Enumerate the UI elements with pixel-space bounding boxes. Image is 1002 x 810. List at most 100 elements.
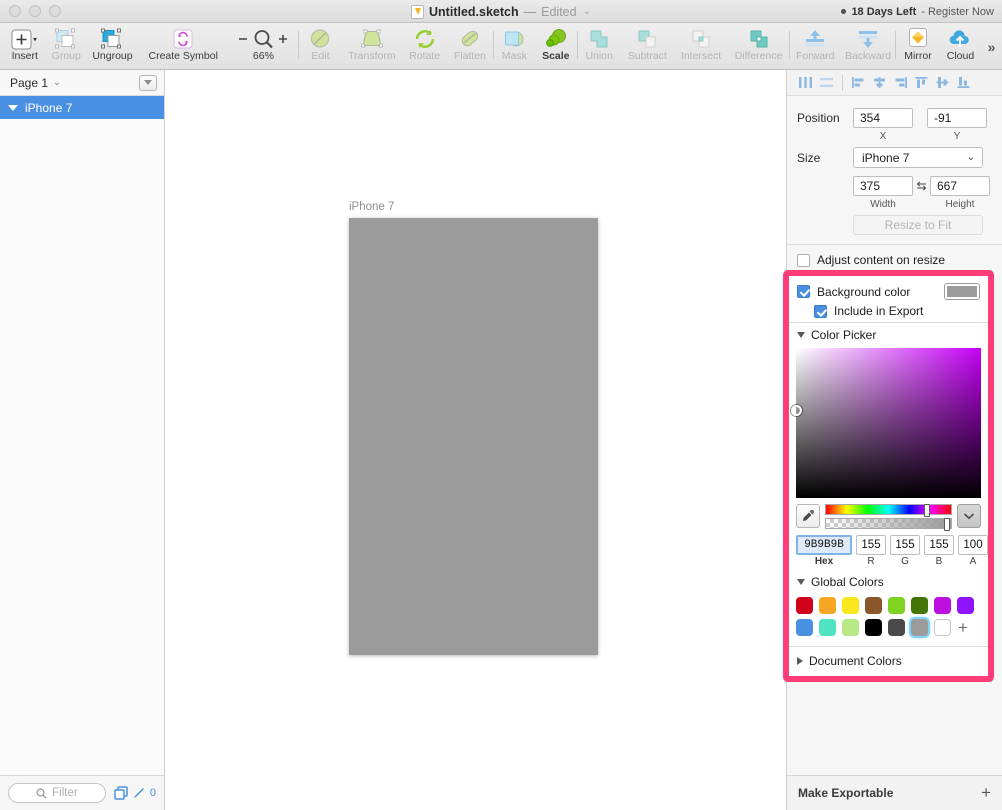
- toolbar-button-scale[interactable]: Scale: [535, 23, 577, 70]
- maximize-window-button[interactable]: [49, 5, 61, 17]
- add-export-icon[interactable]: +: [981, 784, 991, 801]
- toolbar-button-ungroup[interactable]: Ungroup: [87, 23, 138, 70]
- color-swatch[interactable]: [911, 597, 928, 614]
- color-swatch[interactable]: [842, 619, 859, 636]
- align-top-icon[interactable]: [911, 72, 932, 94]
- hue-slider[interactable]: [825, 504, 952, 517]
- color-swatch[interactable]: [842, 597, 859, 614]
- toolbar-button-forward[interactable]: Forward: [790, 23, 841, 70]
- color-marker[interactable]: [791, 405, 802, 416]
- document-colors-header[interactable]: Document Colors: [789, 647, 988, 672]
- global-colors-header[interactable]: Global Colors: [789, 567, 988, 593]
- toolbar-button-edit[interactable]: Edit: [299, 23, 341, 70]
- sidebar-item-iphone7[interactable]: iPhone 7: [0, 96, 164, 119]
- toolbar-button-group[interactable]: Group: [46, 23, 88, 70]
- background-color-swatch[interactable]: [944, 283, 980, 300]
- color-swatch[interactable]: [934, 619, 951, 636]
- color-swatch[interactable]: [934, 597, 951, 614]
- b-input[interactable]: 155: [924, 535, 954, 555]
- background-color-row[interactable]: Background color: [789, 276, 988, 302]
- toolbar-label: Mask: [501, 50, 527, 62]
- a-input[interactable]: 100: [958, 535, 988, 555]
- height-input[interactable]: 667: [930, 176, 990, 196]
- align-middle-vertical-icon[interactable]: [932, 72, 953, 94]
- toolbar-button-difference[interactable]: Difference: [728, 23, 788, 70]
- toolbar-button-subtract[interactable]: Subtract: [621, 23, 674, 70]
- chevron-down-icon[interactable]: ⌄: [583, 6, 591, 17]
- minimize-window-button[interactable]: [29, 5, 41, 17]
- make-exportable-bar[interactable]: Make Exportable +: [787, 775, 1002, 810]
- toolbar-overflow-button[interactable]: »: [981, 23, 1002, 70]
- alpha-slider[interactable]: [825, 518, 952, 531]
- pencil-icon[interactable]: [132, 786, 147, 800]
- include-in-export-row[interactable]: Include in Export: [789, 302, 988, 322]
- disclosure-triangle-icon[interactable]: [797, 657, 803, 665]
- align-bottom-icon[interactable]: [953, 72, 974, 94]
- color-swatch[interactable]: [819, 619, 836, 636]
- hue-slider-handle[interactable]: [923, 504, 930, 517]
- align-left-icon[interactable]: [848, 72, 869, 94]
- page-selector-row[interactable]: Page 1 ⌄: [0, 70, 164, 96]
- color-swatch[interactable]: [865, 597, 882, 614]
- color-swatch[interactable]: [888, 597, 905, 614]
- toolbar-zoom-control[interactable]: 66%: [229, 23, 299, 70]
- saturation-value-field[interactable]: [791, 348, 981, 498]
- color-picker-header[interactable]: Color Picker: [789, 323, 988, 346]
- close-window-button[interactable]: [9, 5, 21, 17]
- align-center-horizontal-icon[interactable]: [869, 72, 890, 94]
- toolbar-button-flatten[interactable]: Flatten: [447, 23, 492, 70]
- artboard-label[interactable]: iPhone 7: [349, 201, 394, 213]
- toolbar-button-cloud[interactable]: Cloud: [940, 23, 982, 70]
- color-swatch[interactable]: [796, 619, 813, 636]
- r-input[interactable]: 155: [856, 535, 886, 555]
- disclosure-triangle-icon[interactable]: [797, 332, 805, 338]
- subtract-icon: [635, 27, 659, 50]
- eyedropper-icon[interactable]: [796, 504, 820, 528]
- color-swatch[interactable]: [888, 619, 905, 636]
- color-swatch[interactable]: [865, 619, 882, 636]
- disclosure-triangle-icon[interactable]: [8, 104, 18, 111]
- duplicate-icon[interactable]: [114, 786, 129, 800]
- mask-icon: [502, 27, 526, 50]
- toolbar-button-transform[interactable]: Transform: [342, 23, 402, 70]
- color-swatch[interactable]: [796, 597, 813, 614]
- filter-input[interactable]: Filter: [8, 783, 106, 803]
- hex-input[interactable]: 9B9B9B: [796, 535, 852, 555]
- width-input[interactable]: 375: [853, 176, 913, 196]
- artboard-iphone7[interactable]: [349, 218, 598, 655]
- toolbar-button-backward[interactable]: Backward: [841, 23, 896, 70]
- toolbar-button-intersect[interactable]: Intersect: [674, 23, 729, 70]
- toolbar-button-mask[interactable]: Mask: [494, 23, 536, 70]
- align-right-icon[interactable]: [890, 72, 911, 94]
- canvas-area[interactable]: iPhone 7: [166, 70, 786, 810]
- toolbar-button-create-symbol[interactable]: Create Symbol: [138, 23, 229, 70]
- alpha-slider-handle[interactable]: [944, 518, 950, 531]
- color-swatch[interactable]: [911, 619, 928, 636]
- disclosure-triangle-icon[interactable]: [797, 579, 805, 585]
- g-input[interactable]: 155: [890, 535, 920, 555]
- color-swatch[interactable]: [819, 597, 836, 614]
- page-menu-button[interactable]: [139, 74, 157, 91]
- include-in-export-checkbox[interactable]: [814, 304, 827, 318]
- adjust-content-checkbox[interactable]: [797, 253, 810, 267]
- background-color-checkbox[interactable]: [797, 285, 810, 298]
- toolbar-button-mirror[interactable]: Mirror: [896, 23, 939, 70]
- link-dimensions-icon[interactable]: ⇆: [913, 179, 930, 193]
- position-x-input[interactable]: 354: [853, 108, 913, 128]
- color-swatch[interactable]: [957, 597, 974, 614]
- trial-status[interactable]: 18 Days Left - Register Now: [841, 0, 994, 23]
- distribute-horizontally-icon[interactable]: [795, 72, 816, 94]
- toolbar-button-insert[interactable]: Insert: [4, 23, 46, 70]
- color-format-dropdown-button[interactable]: [957, 504, 981, 528]
- caret-down-icon: [144, 80, 152, 85]
- position-y-input[interactable]: -91: [927, 108, 987, 128]
- toolbar-button-rotate[interactable]: Rotate: [402, 23, 447, 70]
- x-sublabel: X: [879, 131, 887, 142]
- toolbar-button-union[interactable]: Union: [578, 23, 621, 70]
- register-now-link[interactable]: - Register Now: [921, 6, 994, 18]
- distribute-vertically-icon[interactable]: [816, 72, 837, 94]
- size-preset-select[interactable]: iPhone 7 ⌄: [853, 147, 983, 168]
- resize-to-fit-button[interactable]: Resize to Fit: [853, 215, 983, 235]
- layer-count: 0: [149, 787, 156, 799]
- add-color-swatch-button[interactable]: +: [958, 619, 968, 636]
